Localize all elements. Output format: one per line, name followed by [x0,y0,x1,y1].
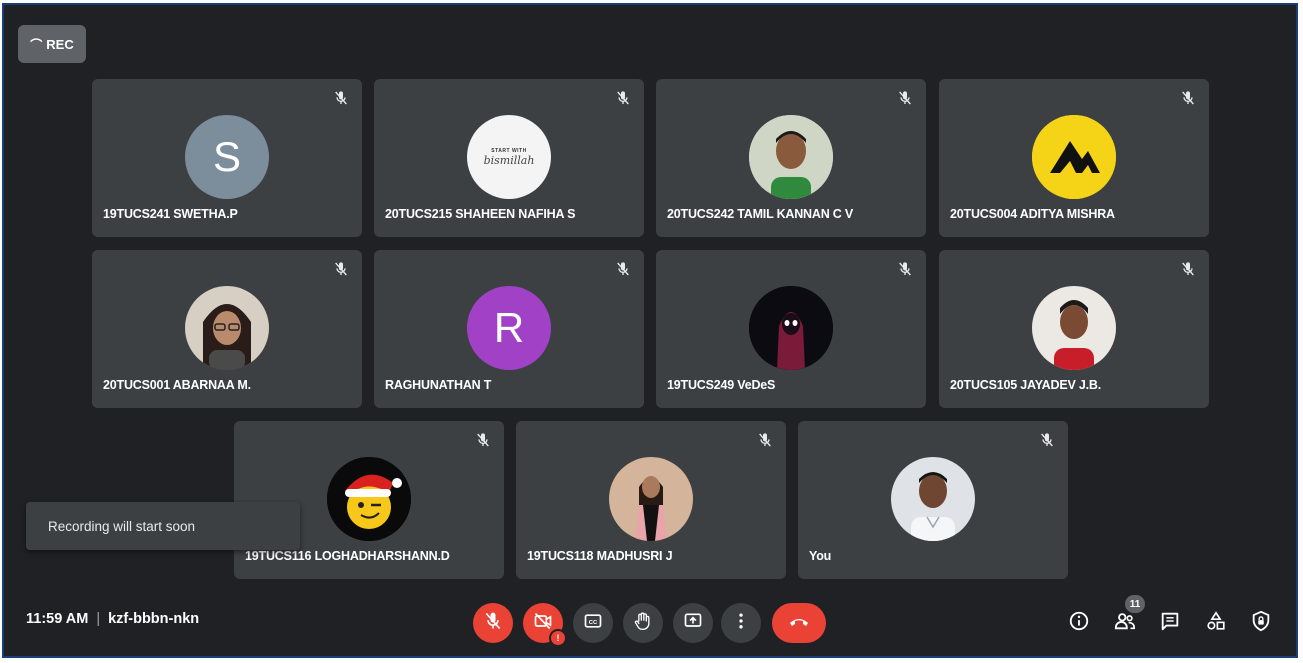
mic-muted-icon [754,429,776,451]
profile-image [749,286,833,370]
loading-spinner-icon: ⌒ [30,37,43,52]
participant-tile[interactable]: 20TUCS105 JAYADEV J.B. [939,250,1209,408]
chat-icon [1159,610,1181,637]
participant-name: 19TUCS116 LOGHADHARSHANN.D [245,549,450,563]
participant-name: RAGHUNATHAN T [385,378,492,392]
mic-muted-icon [612,258,634,280]
raise-hand-icon [633,611,653,636]
hang-up-icon [787,609,811,638]
raise-hand-button[interactable] [623,603,663,643]
mic-muted-icon [894,258,916,280]
captions-icon: CC [583,611,603,636]
mic-toggle-button[interactable] [473,603,513,643]
meeting-code: kzf-bbbn-nkn [108,611,200,627]
activities-icon [1205,610,1227,637]
participant-tile[interactable]: 19TUCS116 LOGHADHARSHANN.D [234,421,504,579]
participant-name: 20TUCS242 TAMIL KANNAN C V [667,207,854,221]
recording-button[interactable]: ⌒ REC [18,25,86,63]
mic-muted-icon [1036,429,1058,451]
meet-window: ⌒ REC S 19TUCS241 SWETHA.P START WITH bi… [2,3,1298,658]
chat-button[interactable] [1156,609,1184,637]
camera-toggle-button[interactable]: ! [523,603,567,647]
participant-tile[interactable]: 19TUCS249 VeDeS [656,250,926,408]
avatar: R [467,286,551,370]
participant-tile[interactable]: 20TUCS242 TAMIL KANNAN C V [656,79,926,237]
participant-tile[interactable]: S 19TUCS241 SWETHA.P [92,79,362,237]
recording-toast: Recording will start soon [26,502,300,550]
participant-tile[interactable]: 20TUCS001 ABARNAA M. [92,250,362,408]
captions-button[interactable]: CC [573,603,613,643]
participant-tile[interactable]: START WITH bismillah 20TUCS215 SHAHEEN N… [374,79,644,237]
meeting-time: 11:59 AM [26,611,89,627]
participant-name: 20TUCS215 SHAHEEN NAFIHA S [385,207,576,221]
mic-muted-icon [330,87,352,109]
profile-photo [1032,286,1116,370]
participant-count-badge: 11 [1125,595,1145,613]
svg-text:CC: CC [589,619,598,625]
participant-name: 20TUCS004 ADITYA MISHRA [950,207,1115,221]
profile-photo [749,115,833,199]
people-button[interactable] [1111,609,1139,637]
meeting-separator: | [96,611,101,627]
more-options-button[interactable] [721,603,761,643]
people-icon [1114,610,1136,637]
mic-muted-icon [472,429,494,451]
logo-avatar [1032,115,1116,199]
camera-warning-badge: ! [549,629,567,647]
profile-photo [609,457,693,541]
participant-tile[interactable]: 19TUCS118 MADHUSRI J [516,421,786,579]
profile-photo [185,286,269,370]
profile-photo [891,457,975,541]
participant-tile[interactable]: R RAGHUNATHAN T [374,250,644,408]
avatar-letter: S [212,133,241,180]
host-controls-button[interactable] [1247,609,1275,637]
avatar: START WITH bismillah [467,115,551,199]
recording-label: REC [46,36,74,52]
leave-call-button[interactable] [772,603,826,643]
present-icon [683,611,703,636]
more-options-icon [731,611,751,636]
participant-name: 19TUCS118 MADHUSRI J [527,549,673,563]
meeting-info: 11:59 AM | kzf-bbbn-nkn [26,611,199,627]
participant-name: 20TUCS105 JAYADEV J.B. [950,378,1102,392]
mic-muted-icon [330,258,352,280]
participant-tile-self[interactable]: You [798,421,1068,579]
info-icon [1068,610,1090,637]
avatar: S [185,115,269,199]
avatar-caption: bismillah [483,153,535,167]
avatar-letter: R [493,304,525,351]
host-controls-icon [1250,610,1272,637]
mic-muted-icon [612,87,634,109]
emoji-avatar [327,457,411,541]
mic-muted-icon [1177,87,1199,109]
meeting-details-button[interactable] [1065,609,1093,637]
present-screen-button[interactable] [673,603,713,643]
mic-muted-icon [894,87,916,109]
participant-name: 20TUCS001 ABARNAA M. [103,378,251,392]
participant-name: You [809,549,832,563]
participant-name: 19TUCS241 SWETHA.P [103,207,238,221]
activities-button[interactable] [1202,609,1230,637]
mic-muted-icon [1177,258,1199,280]
participant-tile[interactable]: 20TUCS004 ADITYA MISHRA [939,79,1209,237]
mic-off-icon [483,611,503,636]
participant-name: 19TUCS249 VeDeS [667,378,776,392]
